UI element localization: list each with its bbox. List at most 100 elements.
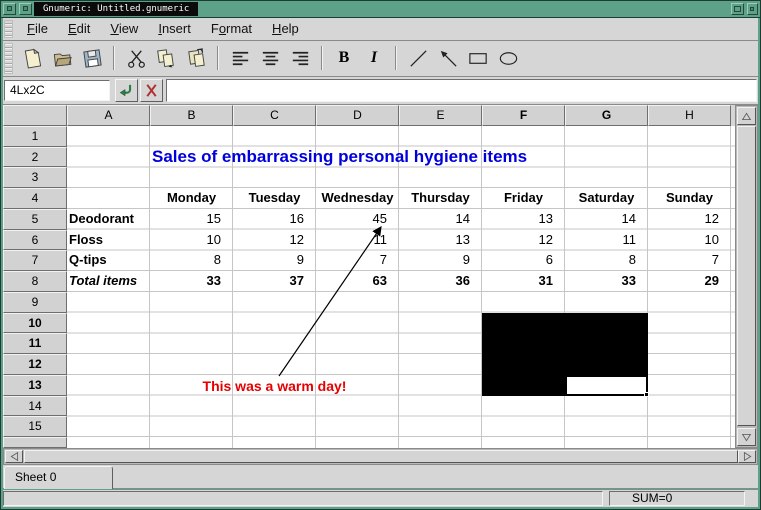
day-header-cell[interactable]: Friday <box>482 188 565 209</box>
day-header-cell[interactable]: Sunday <box>648 188 731 209</box>
value-cell[interactable]: 33 <box>150 271 233 292</box>
draw-line-button[interactable] <box>403 44 433 72</box>
menu-edit[interactable]: Edit <box>58 18 100 41</box>
day-header-cell[interactable]: Monday <box>150 188 233 209</box>
draw-rectangle-button[interactable] <box>463 44 493 72</box>
value-cell[interactable]: 13 <box>399 230 482 251</box>
value-cell[interactable]: 10 <box>150 230 233 251</box>
row-header-5[interactable]: 5 <box>3 209 67 230</box>
draw-ellipse-button[interactable] <box>493 44 523 72</box>
italic-button[interactable]: I <box>359 44 389 72</box>
value-cell[interactable]: 14 <box>399 209 482 230</box>
row-header-6[interactable]: 6 <box>3 230 67 251</box>
fill-handle[interactable] <box>644 392 649 397</box>
day-header-cell[interactable]: Wednesday <box>316 188 399 209</box>
value-cell[interactable]: 45 <box>316 209 399 230</box>
value-cell[interactable]: 9 <box>399 250 482 271</box>
value-cell[interactable]: 10 <box>648 230 731 251</box>
vscroll-thumb[interactable] <box>737 126 756 426</box>
value-cell[interactable]: 15 <box>150 209 233 230</box>
value-cell[interactable]: 14 <box>565 209 648 230</box>
scroll-up-button[interactable] <box>737 107 756 125</box>
column-header-D[interactable]: D <box>316 105 399 126</box>
menu-view[interactable]: View <box>100 18 148 41</box>
row-header-14[interactable]: 14 <box>3 396 67 417</box>
column-header-H[interactable]: H <box>648 105 731 126</box>
value-cell[interactable]: 12 <box>233 230 316 251</box>
cell-grid[interactable]: Sales of embarrassing personal hygiene i… <box>67 126 735 448</box>
active-cell[interactable] <box>565 375 648 396</box>
sheet-title-cell[interactable]: Sales of embarrassing personal hygiene i… <box>152 147 527 168</box>
cell-name-box[interactable]: 4Lx2C <box>4 80 110 101</box>
formula-cancel-button[interactable] <box>140 79 163 102</box>
align-center-button[interactable] <box>255 44 285 72</box>
value-cell[interactable]: 8 <box>150 250 233 271</box>
column-header-B[interactable]: B <box>150 105 233 126</box>
column-header-A[interactable]: A <box>67 105 150 126</box>
window-iconify-button[interactable] <box>19 3 32 15</box>
column-header-E[interactable]: E <box>399 105 482 126</box>
row-header-partial[interactable] <box>3 437 67 448</box>
window-maximize-button[interactable] <box>731 3 744 15</box>
annotation-text-cell[interactable]: This was a warm day! <box>150 376 399 397</box>
row-header-7[interactable]: 7 <box>3 250 67 271</box>
value-cell[interactable]: 63 <box>316 271 399 292</box>
row-header-3[interactable]: 3 <box>3 167 67 188</box>
formula-confirm-button[interactable] <box>115 79 138 102</box>
column-header-C[interactable]: C <box>233 105 316 126</box>
formula-entry[interactable] <box>166 79 757 102</box>
value-cell[interactable]: 7 <box>316 250 399 271</box>
value-cell[interactable]: 11 <box>565 230 648 251</box>
value-cell[interactable]: 33 <box>565 271 648 292</box>
value-cell[interactable]: 8 <box>565 250 648 271</box>
row-header-9[interactable]: 9 <box>3 292 67 313</box>
align-left-button[interactable] <box>225 44 255 72</box>
draw-arrow-button[interactable] <box>433 44 463 72</box>
row-header-2[interactable]: 2 <box>3 147 67 168</box>
menubar-grip-handle[interactable] <box>4 20 13 38</box>
title-bar[interactable]: Gnumeric: Untitled.gnumeric <box>1 1 760 18</box>
vertical-scrollbar[interactable] <box>735 105 758 448</box>
save-button[interactable] <box>77 44 107 72</box>
value-cell[interactable]: 13 <box>482 209 565 230</box>
value-cell[interactable]: 31 <box>482 271 565 292</box>
row-label-cell[interactable]: Total items <box>69 271 148 292</box>
row-header-10[interactable]: 10 <box>3 313 67 334</box>
open-button[interactable] <box>47 44 77 72</box>
align-right-button[interactable] <box>285 44 315 72</box>
value-cell[interactable]: 6 <box>482 250 565 271</box>
paste-button[interactable] <box>181 44 211 72</box>
row-header-15[interactable]: 15 <box>3 416 67 437</box>
value-cell[interactable]: 37 <box>233 271 316 292</box>
value-cell[interactable]: 12 <box>648 209 731 230</box>
value-cell[interactable]: 16 <box>233 209 316 230</box>
day-header-cell[interactable]: Tuesday <box>233 188 316 209</box>
row-header-13[interactable]: 13 <box>3 375 67 396</box>
new-button[interactable] <box>17 44 47 72</box>
hscroll-thumb[interactable] <box>24 450 738 463</box>
select-all-corner[interactable] <box>3 105 67 126</box>
toolbar-grip-handle[interactable] <box>4 43 13 74</box>
window-menu-button[interactable] <box>3 3 16 15</box>
row-header-1[interactable]: 1 <box>3 126 67 147</box>
scroll-left-button[interactable] <box>5 450 23 463</box>
copy-button[interactable] <box>151 44 181 72</box>
value-cell[interactable]: 11 <box>316 230 399 251</box>
column-header-F[interactable]: F <box>482 105 565 126</box>
row-header-4[interactable]: 4 <box>3 188 67 209</box>
menu-insert[interactable]: Insert <box>148 18 201 41</box>
row-header-12[interactable]: 12 <box>3 354 67 375</box>
scroll-right-button[interactable] <box>738 450 756 463</box>
value-cell[interactable]: 9 <box>233 250 316 271</box>
scroll-down-button[interactable] <box>737 428 756 446</box>
value-cell[interactable]: 36 <box>399 271 482 292</box>
value-cell[interactable]: 12 <box>482 230 565 251</box>
menu-file[interactable]: File <box>17 18 58 41</box>
day-header-cell[interactable]: Thursday <box>399 188 482 209</box>
value-cell[interactable]: 29 <box>648 271 731 292</box>
menu-help[interactable]: Help <box>262 18 309 41</box>
row-label-cell[interactable]: Q-tips <box>69 250 148 271</box>
sheet-tab[interactable]: Sheet 0 <box>4 466 113 489</box>
row-label-cell[interactable]: Floss <box>69 230 148 251</box>
day-header-cell[interactable]: Saturday <box>565 188 648 209</box>
